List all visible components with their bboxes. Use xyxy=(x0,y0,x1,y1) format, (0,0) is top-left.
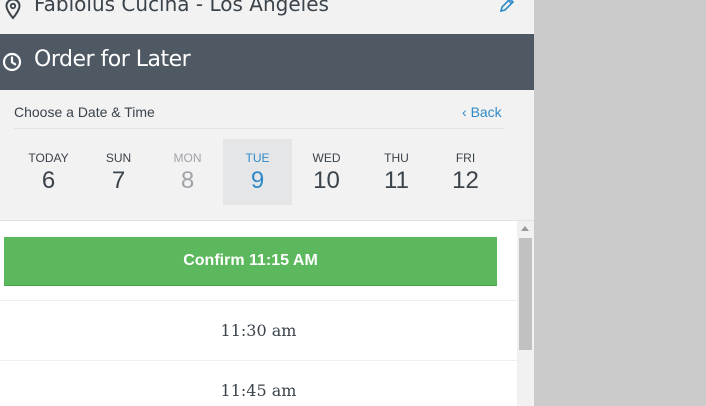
date-picker: Choose a Date & Time ‹ Back TODAY 6 SUN … xyxy=(0,90,534,221)
day-number: 7 xyxy=(111,167,126,194)
day-tue[interactable]: TUE 9 xyxy=(223,139,292,205)
confirm-time-button[interactable]: Confirm 11:15 AM xyxy=(4,237,497,286)
time-list-scrollbar[interactable] xyxy=(517,221,534,406)
day-number: 12 xyxy=(452,167,479,194)
time-option[interactable]: 11:30 am xyxy=(0,300,517,360)
day-wed[interactable]: WED 10 xyxy=(292,139,361,205)
day-fri[interactable]: FRI 12 xyxy=(431,139,500,205)
day-sun[interactable]: SUN 7 xyxy=(84,139,153,205)
day-name: WED xyxy=(312,151,341,165)
day-name: THU xyxy=(384,151,409,165)
day-number: 8 xyxy=(180,167,195,194)
day-name: TODAY xyxy=(28,151,69,165)
restaurant-bar: Fabiolus Cucina - Los Angeles xyxy=(0,0,534,34)
back-label: Back xyxy=(470,104,502,120)
clock-icon xyxy=(2,52,22,72)
day-mon: MON 8 xyxy=(153,139,222,205)
location-pin-icon xyxy=(5,0,21,20)
day-name: SUN xyxy=(105,151,132,165)
day-number: 10 xyxy=(313,167,340,194)
day-name: TUE xyxy=(245,151,270,165)
edit-pencil-icon[interactable] xyxy=(498,0,516,14)
time-option[interactable]: 11:45 am xyxy=(0,360,517,406)
day-today[interactable]: TODAY 6 xyxy=(14,139,83,205)
back-link[interactable]: ‹ Back xyxy=(462,104,502,120)
scroll-up-arrow-icon[interactable] xyxy=(521,226,529,231)
day-name: FRI xyxy=(455,151,476,165)
choose-date-label: Choose a Date & Time xyxy=(14,104,155,120)
restaurant-name: Fabiolus Cucina - Los Angeles xyxy=(34,0,329,16)
chevron-left-icon: ‹ xyxy=(462,104,471,120)
day-number: 9 xyxy=(250,167,265,194)
day-number: 6 xyxy=(41,167,56,194)
day-name: MON xyxy=(173,151,202,165)
scrollbar-thumb[interactable] xyxy=(519,238,532,350)
order-header: Order for Later xyxy=(0,34,534,90)
day-number: 11 xyxy=(384,167,409,194)
day-thu[interactable]: THU 11 xyxy=(362,139,431,205)
header-title: Order for Later xyxy=(34,47,191,72)
divider xyxy=(14,128,504,129)
order-panel: Fabiolus Cucina - Los Angeles Order for … xyxy=(0,0,534,406)
